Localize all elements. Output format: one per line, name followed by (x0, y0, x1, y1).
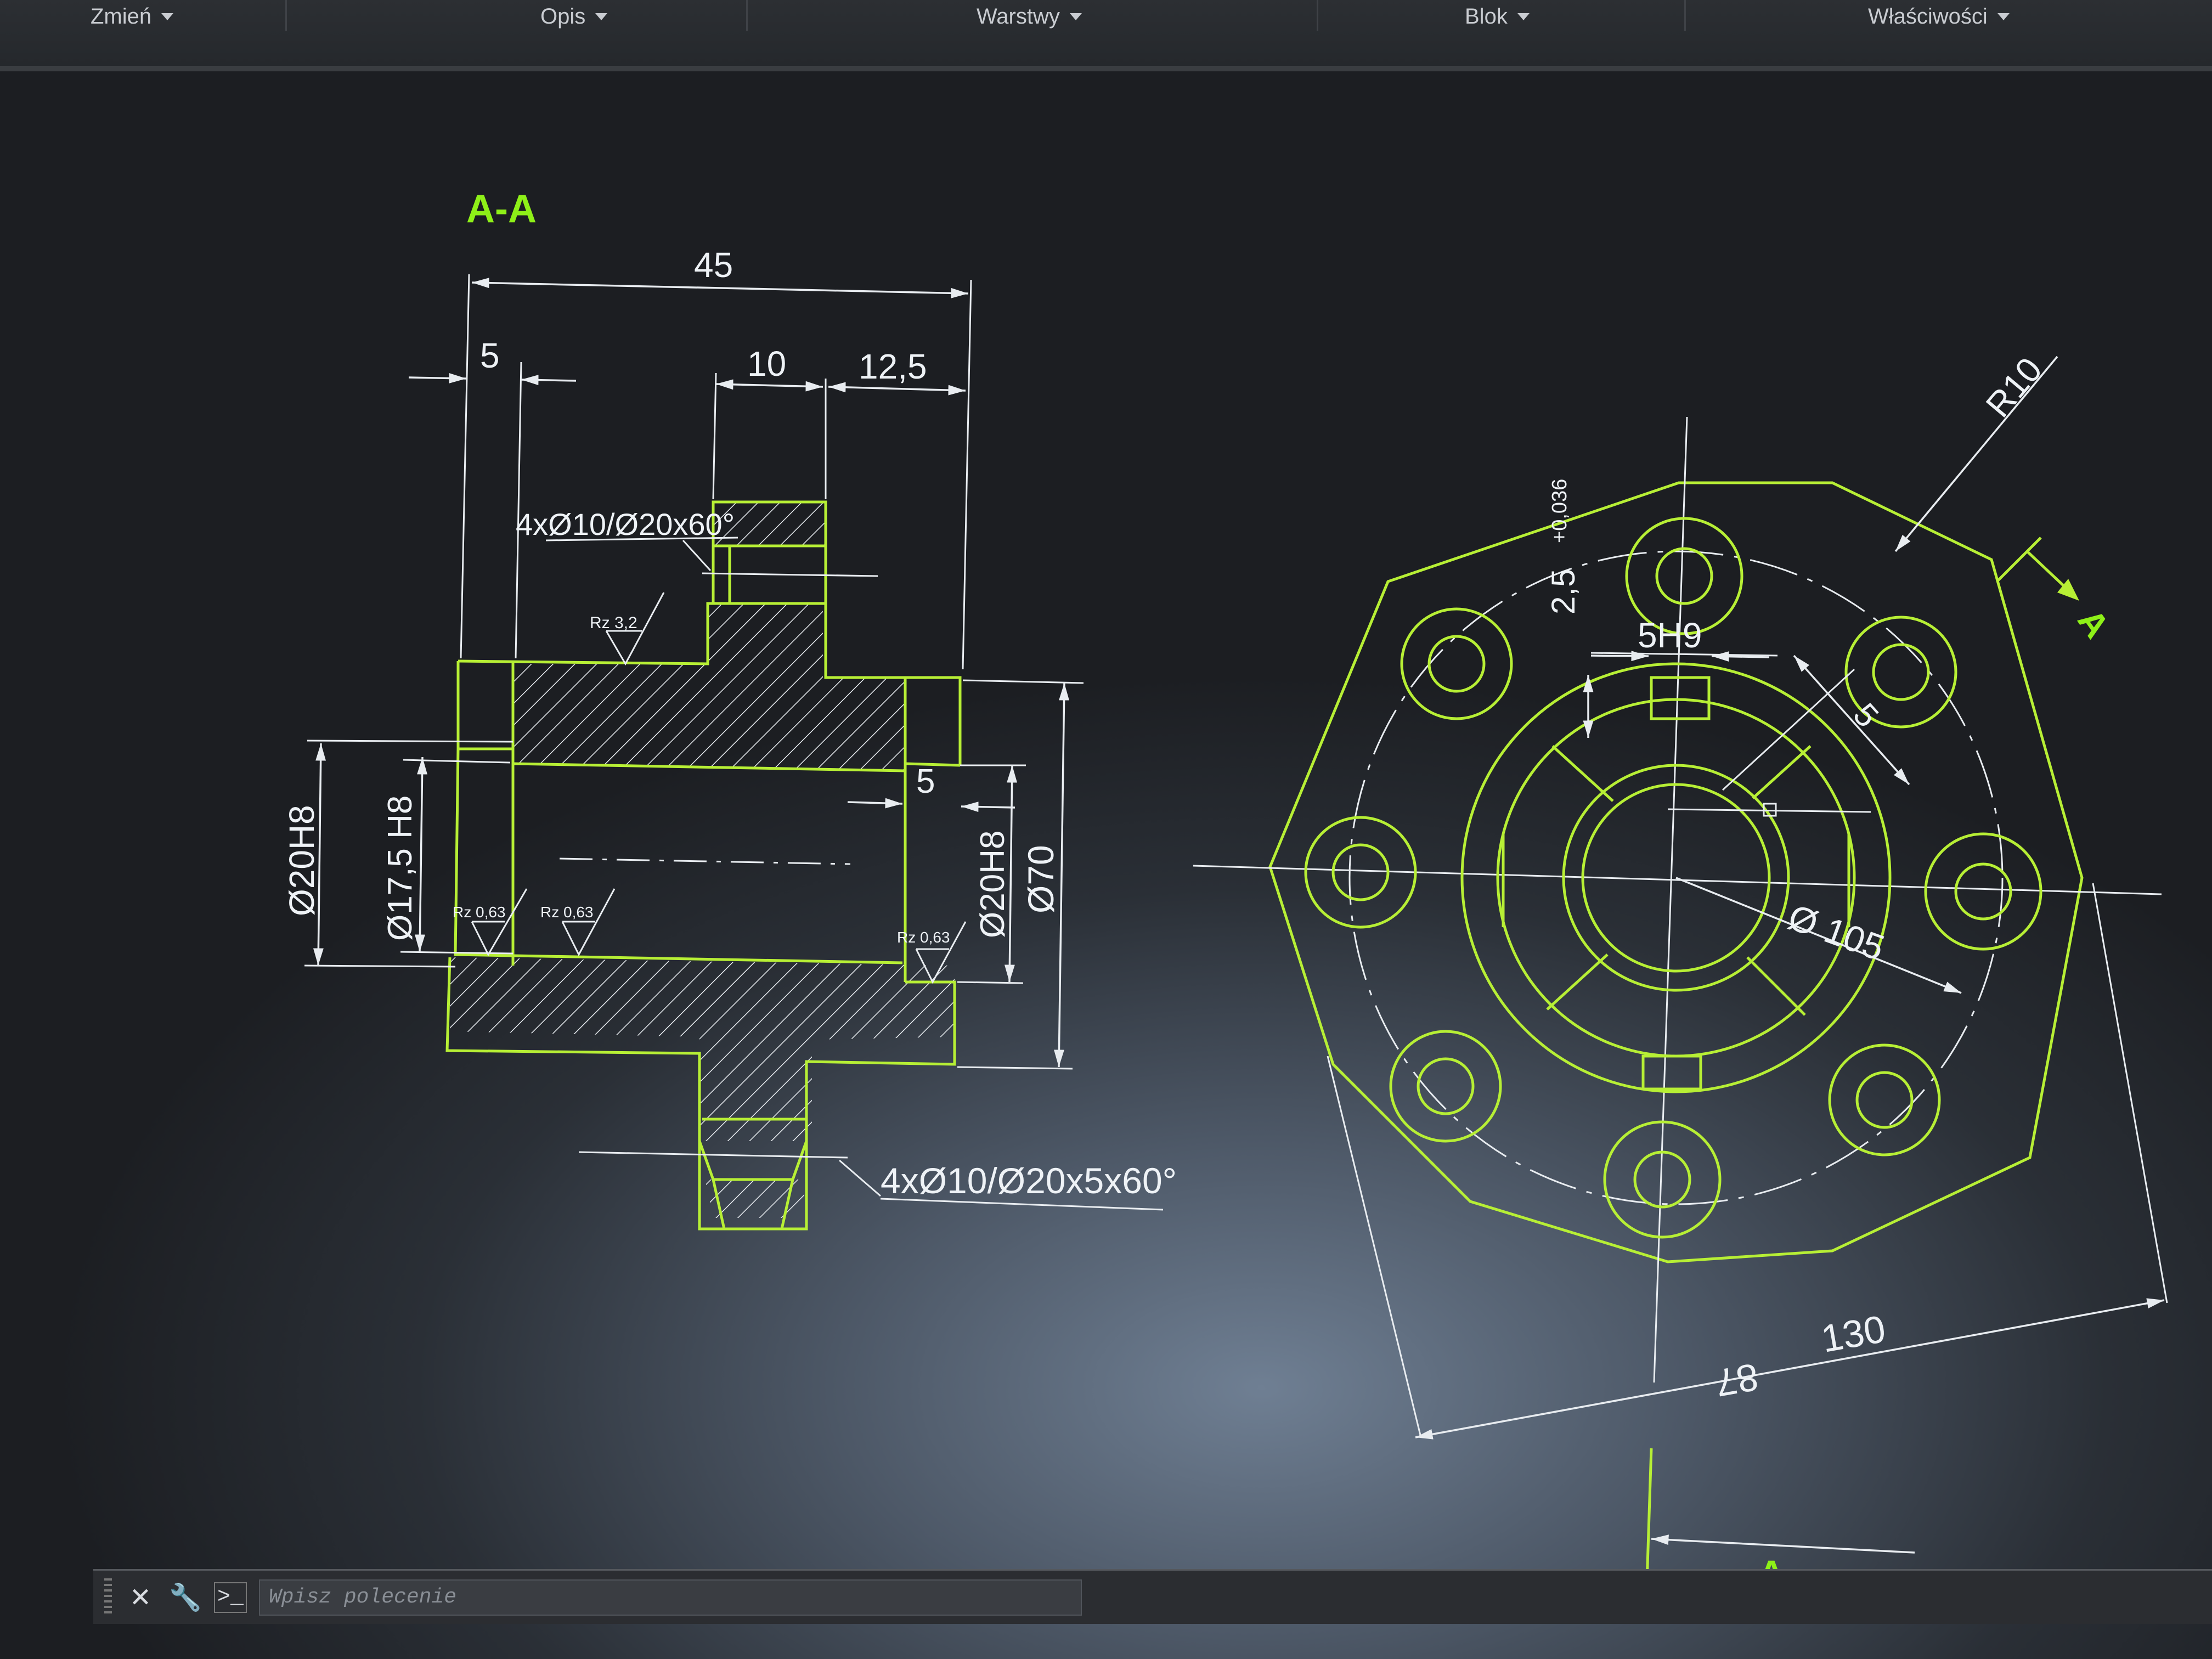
section-outline-left-upper (456, 661, 513, 751)
dim-bore-mid: Ø17,5 H8 (381, 795, 419, 941)
dim-line-boss-width (715, 379, 823, 392)
ext-line (712, 373, 717, 500)
dim-keyway-tolerance: +0,036 (1548, 479, 1571, 543)
view-direction-arrow (1651, 1534, 1915, 1554)
dim-inner-step: 5 (916, 763, 935, 800)
ribbon-panel-block[interactable]: Blok (1465, 0, 1530, 33)
technical-drawing: A-A 45 5 10 12,5 Ø20H8 Ø17,5 H8 Ø20H8 Ø7… (282, 187, 2168, 1616)
command-input[interactable] (259, 1579, 1082, 1616)
dim-boss-width: 10 (747, 344, 786, 383)
drag-handle[interactable] (104, 1578, 112, 1617)
dim-outer-dia: Ø70 (1020, 845, 1061, 913)
dim-line-bore-mid (414, 757, 428, 952)
dim-line-left-offset-a (408, 373, 467, 383)
ext-line (1327, 1056, 1422, 1438)
ext-line (304, 964, 456, 968)
roughness-symbol: Rz 3,2 (590, 592, 665, 666)
ribbon-separator (1684, 0, 1686, 31)
section-title: A-A (466, 187, 537, 231)
leader-line (839, 1159, 881, 1197)
ribbon-separator (1317, 0, 1318, 31)
ext-line (400, 951, 514, 955)
wrench-icon[interactable]: 🔧 (169, 1578, 202, 1617)
ext-line (957, 981, 1024, 984)
ribbon-panel-bar: Zmień Opis Warstwy Blok Właściwości (0, 0, 2212, 71)
dim-bore-right: Ø20H8 (974, 831, 1012, 938)
ext-line (962, 279, 972, 670)
dim-right-length: 12,5 (859, 347, 927, 386)
keyway-slot (1650, 676, 1711, 720)
bolt-hole (1400, 607, 1513, 720)
hub-spoke (1546, 953, 1609, 1011)
ext-line (2092, 883, 2168, 1304)
command-line-bar: ✕ 🔧 >_ (93, 1569, 2212, 1624)
section-cut-label: A (2070, 602, 2117, 645)
dim-across-flats-rotated: 87 (1712, 1355, 1762, 1404)
ext-line (460, 274, 470, 659)
ribbon-panel-label: Warstwy (977, 4, 1060, 29)
ribbon-panel-annotation[interactable]: Opis (540, 0, 608, 33)
ribbon-panel-label: Właściwości (1868, 4, 1988, 29)
dim-keyway-width: 5H9 (1638, 616, 1702, 655)
chevron-down-icon (161, 13, 174, 20)
dim-line-keyway-b (1711, 651, 1770, 662)
dim-left-offset: 5 (480, 336, 500, 375)
hub-spoke (1746, 956, 1806, 1016)
chevron-down-icon (1069, 13, 1082, 20)
dim-bore-left: Ø20H8 (282, 805, 321, 916)
bolt-hole (1924, 832, 2042, 951)
ribbon-panel-label: Blok (1465, 4, 1508, 29)
bolt-hole (1828, 1043, 1941, 1156)
ribbon-panel-properties[interactable]: Właściwości (1868, 0, 2010, 33)
dim-line-right-length (828, 382, 966, 396)
ribbon-separator (746, 0, 748, 31)
dim-line-inner-step-b (961, 802, 1015, 812)
roughness-symbol: Rz 0,63 (453, 888, 528, 957)
chevron-down-icon (1517, 13, 1530, 20)
dim-keyway-depth: 2,5 (1545, 569, 1582, 614)
dim-line-across-flats (1415, 1298, 2165, 1440)
ext-line (957, 1066, 1073, 1070)
close-icon[interactable]: ✕ (124, 1578, 157, 1617)
ribbon-separator (285, 0, 287, 31)
dim-line-inner-step-a (847, 798, 903, 809)
front-view: 5H9 2,5 +0,036 5 Ø 105 R10 130 87 A (1193, 350, 2168, 1616)
chevron-down-icon (595, 13, 608, 20)
dim-line-left-offset-b (521, 375, 577, 386)
dim-chamfer: 5 (1846, 696, 1886, 735)
prompt-icon[interactable]: >_ (214, 1582, 247, 1613)
keyway-slot-bottom (1641, 1054, 1702, 1091)
ribbon-panel-modify[interactable]: Zmień (91, 0, 174, 33)
hole-note-bottom: 4xØ10/Ø20x5x60° (881, 1160, 1177, 1201)
ext-line (307, 740, 514, 743)
leader-line (682, 539, 712, 572)
roughness-label: Rz 0,63 (897, 929, 950, 946)
hatch-lower (450, 957, 955, 1141)
chamfer-leader (1722, 668, 1855, 791)
hub-spoke (1551, 745, 1614, 802)
bolt-hole (1389, 1030, 1502, 1143)
drawing-canvas[interactable]: A-A 45 5 10 12,5 Ø20H8 Ø17,5 H8 Ø20H8 Ø7… (0, 71, 2212, 1659)
roughness-label: Rz 3,2 (590, 614, 637, 632)
roughness-label: Rz 0,63 (453, 904, 506, 921)
ext-line (962, 679, 1084, 684)
ribbon-panel-layers[interactable]: Warstwy (977, 0, 1082, 33)
roughness-symbol: Rz 0,63 (540, 888, 616, 957)
ribbon-panel-label: Opis (540, 4, 586, 29)
cad-application: Zmień Opis Warstwy Blok Właściwości A-A … (0, 0, 2212, 1659)
dim-radius: R10 (1978, 350, 2050, 425)
dim-overall-length: 45 (694, 245, 733, 285)
ribbon-panel-label: Zmień (91, 4, 152, 29)
hole-note-top: 4xØ10/Ø20x60° (516, 507, 735, 541)
section-view-a-a: A-A 45 5 10 12,5 Ø20H8 Ø17,5 H8 Ø20H8 Ø7… (282, 187, 1177, 1231)
chevron-down-icon (1997, 13, 2010, 20)
roughness-label: Rz 0,63 (540, 904, 594, 921)
section-centerline (559, 857, 851, 865)
section-outline-left-lower (454, 748, 903, 964)
